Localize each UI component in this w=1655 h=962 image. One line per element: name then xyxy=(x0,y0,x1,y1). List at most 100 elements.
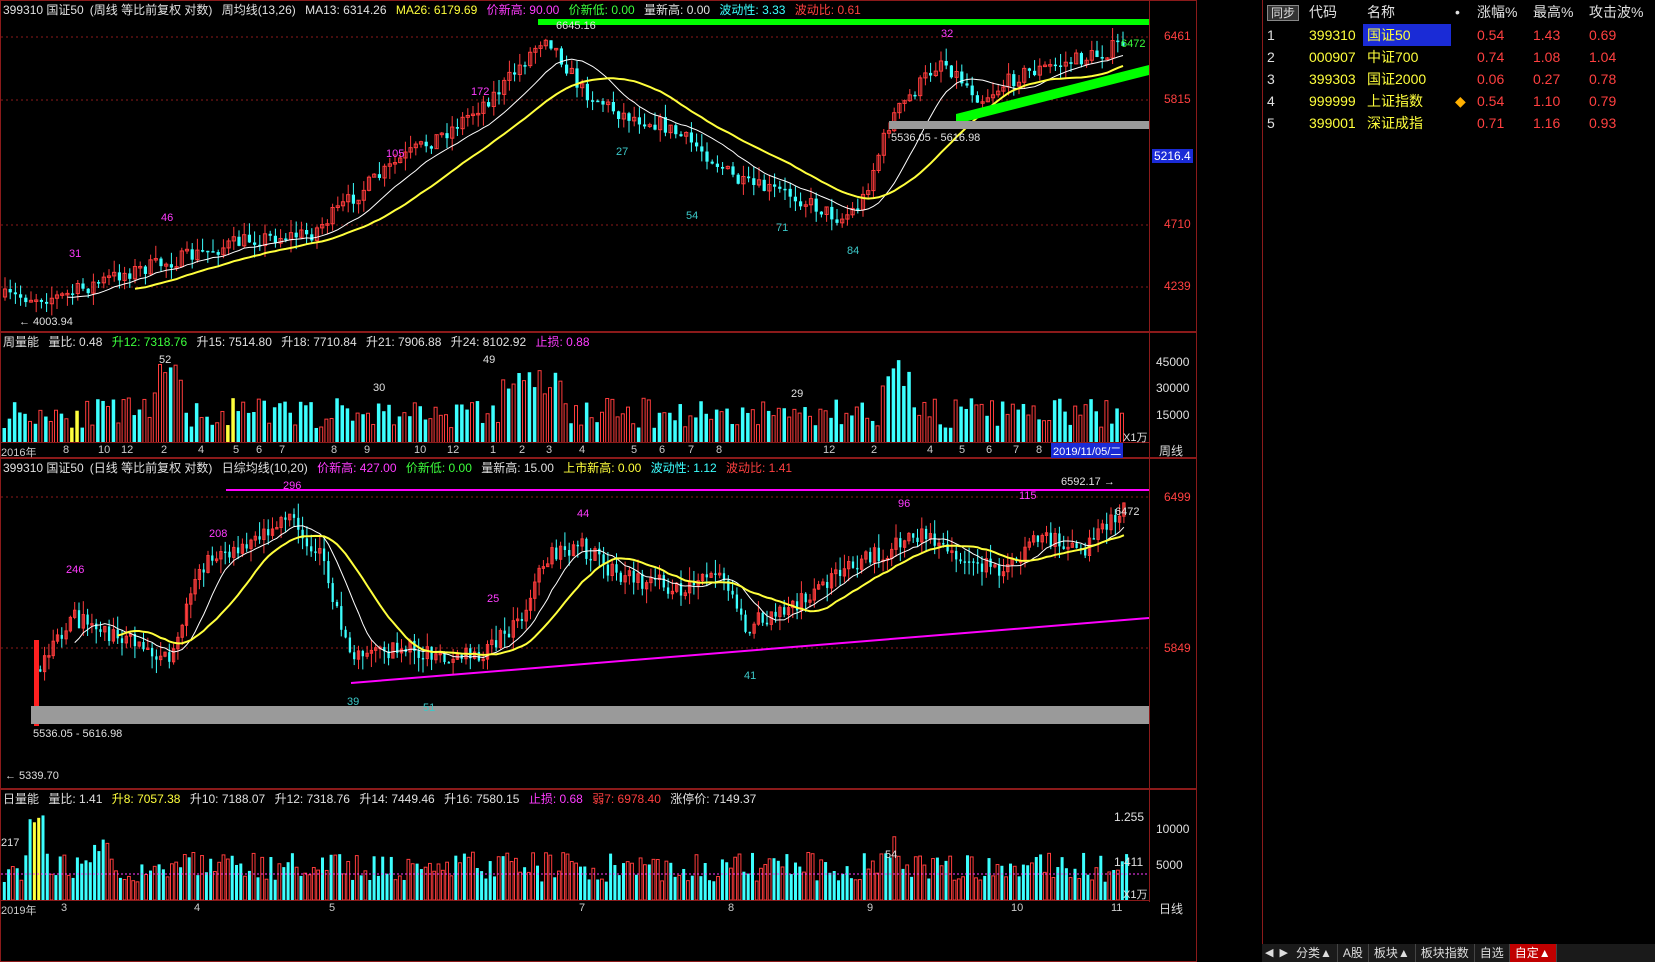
candle-body xyxy=(424,141,428,147)
candle-body xyxy=(975,95,979,103)
candle-body xyxy=(615,564,618,573)
row-chg: 0.71 xyxy=(1477,115,1505,131)
tab-watchlist[interactable]: 自选 xyxy=(1475,944,1510,962)
weekly-ma26: MA26: 6179.69 xyxy=(395,3,478,17)
candle-body xyxy=(117,272,121,281)
volume-bar xyxy=(200,855,204,900)
weekly-indicator[interactable]: 周均线(13,26) xyxy=(222,3,296,17)
volume-bar xyxy=(1068,424,1072,443)
candle-body xyxy=(585,538,588,559)
daily-x-label: 8 xyxy=(728,902,735,914)
volume-bar xyxy=(1073,868,1077,900)
weekly-x-label: 7 xyxy=(1013,444,1020,456)
tab-a-shares[interactable]: A股 xyxy=(1338,944,1369,962)
watchlist-row[interactable]: 2 000907 中证700 0.74 1.08 1.04 xyxy=(1263,46,1655,68)
volume-bar xyxy=(780,866,785,900)
candle-body xyxy=(799,201,803,207)
row-index: 5 xyxy=(1267,115,1275,131)
candle-body xyxy=(740,608,743,615)
volume-bar xyxy=(569,860,574,900)
volume-bar xyxy=(93,844,97,900)
volume-bar xyxy=(673,876,677,900)
volume-bar xyxy=(854,406,859,443)
candle-body xyxy=(700,146,704,152)
tab-category[interactable]: 分类▲ xyxy=(1291,944,1338,962)
count-label: 46 xyxy=(161,212,173,224)
daily-vol-title[interactable]: 日量能 xyxy=(3,792,39,806)
weekly-kline-pane[interactable]: 399310 国证50 (周线 等比前复权 对数) 周均线(13,26) MA13… xyxy=(0,0,1197,332)
volume-bar xyxy=(862,853,866,900)
weekly-vol-title[interactable]: 周量能 xyxy=(3,335,39,349)
volume-bar xyxy=(1042,871,1047,900)
weekly-period-button[interactable]: 周线 xyxy=(1159,442,1183,459)
volume-bar xyxy=(828,872,832,900)
candle-body xyxy=(963,561,966,563)
volume-bar xyxy=(359,875,363,900)
daily-volume-chart[interactable]: 217 54 xyxy=(1,808,1149,900)
col-header-name[interactable]: 名称 xyxy=(1363,0,1451,24)
nav-first-icon[interactable]: ◀ xyxy=(1262,944,1276,962)
candle-body xyxy=(795,601,799,611)
volume-bar xyxy=(354,855,359,900)
weekly-x-label: 1 xyxy=(490,444,497,456)
volume-bar xyxy=(712,881,716,900)
watchlist-row[interactable]: 1 399310 国证50 0.54 1.43 0.69 xyxy=(1263,24,1655,46)
volume-bar xyxy=(794,862,797,900)
candle-body xyxy=(305,229,309,235)
volume-bar xyxy=(509,861,514,900)
daily-indicator[interactable]: 日综均线(10,20) xyxy=(222,461,308,475)
candle-body xyxy=(1075,543,1078,549)
weekly-volume-pane[interactable]: 周量能 量比: 0.48 升12: 7318.76 升15: 7514.80 升… xyxy=(0,332,1197,459)
col-header-code[interactable]: 代码 xyxy=(1305,0,1363,24)
candle-body xyxy=(955,550,958,560)
watchlist-row[interactable]: 5 399001 深证成指 0.71 1.16 0.93 xyxy=(1263,112,1655,134)
watchlist-row[interactable]: 3 399303 国证2000 0.06 0.27 0.78 xyxy=(1263,68,1655,90)
volume-bar xyxy=(397,416,402,443)
volume-bar xyxy=(766,410,771,443)
weekly-volume-chart[interactable]: 52 30 49 29 xyxy=(1,351,1149,443)
row-high: 0.27 xyxy=(1533,71,1561,87)
volume-bar xyxy=(59,413,64,443)
col-header-flag[interactable]: • xyxy=(1451,0,1473,24)
volume-bar xyxy=(1030,862,1034,900)
daily-kline-chart[interactable]: 5536.05 - 5616.98 ← 5339.70 6592.17 → 6472 2… xyxy=(1,477,1149,788)
volume-bar xyxy=(1034,857,1038,900)
volume-bar xyxy=(824,862,828,900)
col-header-wave[interactable]: 攻击波% xyxy=(1585,0,1655,24)
volume-bar xyxy=(526,871,531,900)
candle-body xyxy=(430,646,433,660)
volume-bar xyxy=(583,866,587,900)
sync-button[interactable]: 同步 xyxy=(1267,4,1300,21)
col-header-chg[interactable]: 涨幅% xyxy=(1473,0,1529,24)
volume-bar xyxy=(182,854,187,900)
volume-bar xyxy=(165,876,170,900)
tab-custom[interactable]: 自定▲ xyxy=(1509,944,1557,962)
candle-body xyxy=(247,234,251,243)
tab-sector-index[interactable]: 板块指数 xyxy=(1416,944,1475,962)
volume-bar xyxy=(686,880,690,900)
volume-bar xyxy=(600,878,604,900)
daily-price-axis: 6499 5849 xyxy=(1149,459,1197,788)
volume-peak-label: 52 xyxy=(159,354,171,366)
daily-kline-pane[interactable]: 399310 国证50 (日线 等比前复权 对数) 日综均线(10,20) 价新高… xyxy=(0,458,1197,789)
volume-bar xyxy=(90,424,95,443)
col-header-high[interactable]: 最高% xyxy=(1529,0,1585,24)
ma13-line xyxy=(67,55,1124,298)
volume-bar xyxy=(1047,420,1052,443)
weekly-vol-ratio-val: 量比: 0.48 xyxy=(48,335,103,349)
candle-body xyxy=(142,641,145,650)
volume-bar xyxy=(858,879,862,900)
candle-body xyxy=(632,570,635,583)
nav-prev-icon[interactable]: ▶ xyxy=(1276,944,1290,962)
weekly-x-label: 7 xyxy=(279,444,286,456)
row-flag xyxy=(1451,46,1473,68)
volume-bar xyxy=(832,871,836,900)
watchlist-row[interactable]: 4 999999 上证指数 ◆ 0.54 1.10 0.79 xyxy=(1263,90,1655,112)
daily-period-button[interactable]: 日线 xyxy=(1159,900,1183,917)
daily-volume-pane[interactable]: 日量能 量比: 1.41 升8: 7057.38 升10: 7188.07 升1… xyxy=(0,789,1197,962)
count-label: 84 xyxy=(847,245,859,257)
candle-body xyxy=(744,614,747,632)
tab-sector[interactable]: 板块▲ xyxy=(1369,944,1416,962)
volume-bar xyxy=(850,415,854,443)
weekly-kline-chart[interactable]: 5536.05 - 5616.98 ← 4003.94 6645.16 6472 31 4… xyxy=(1,19,1149,331)
